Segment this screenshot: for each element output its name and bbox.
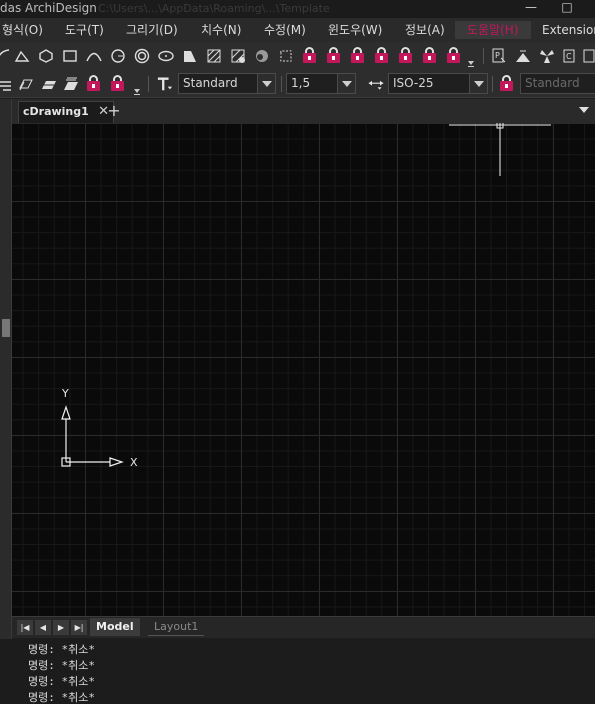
lock-icon[interactable]: [324, 46, 342, 66]
overflow-arrow-icon[interactable]: [132, 86, 142, 96]
dimension-style-icon[interactable]: [366, 75, 386, 93]
command-line: 명령: *취소*: [28, 675, 95, 688]
command-line: 명령: *취소*: [28, 659, 95, 672]
layer-previous-icon[interactable]: [17, 75, 35, 93]
gradient-tool-icon[interactable]: [229, 47, 247, 65]
text-height-select[interactable]: 1,5: [286, 73, 356, 94]
minimize-button[interactable]: —: [520, 0, 542, 16]
solid-fill-tool-icon[interactable]: [181, 47, 199, 65]
text-style-icon[interactable]: [155, 75, 175, 93]
tab-label: cDrawing1: [23, 105, 89, 118]
copy-clip-icon[interactable]: C: [562, 47, 580, 65]
menu-modify[interactable]: 수정(M): [262, 21, 308, 39]
left-dock-panel: [0, 99, 12, 639]
lock-icon[interactable]: [372, 46, 390, 66]
dimension-style-select[interactable]: ISO-25: [388, 73, 488, 94]
arc-3point-tool-icon[interactable]: [85, 47, 103, 65]
svg-text:P: P: [495, 51, 500, 60]
lock-icon[interactable]: [348, 46, 366, 66]
dimension-style-value: ISO-25: [393, 76, 434, 90]
drawing-canvas[interactable]: Y X: [12, 123, 595, 616]
lock-icon[interactable]: [300, 46, 318, 66]
prev-layout-icon[interactable]: ◀: [35, 620, 51, 635]
first-layout-icon[interactable]: |◀: [17, 620, 33, 635]
circle-tool-icon[interactable]: [109, 47, 127, 65]
ellipse-tool-icon[interactable]: [157, 47, 175, 65]
lock-icon[interactable]: [497, 74, 515, 94]
menu-bar: 형식(O) 도구(T) 그리기(D) 치수(N) 수정(M) 윈도우(W) 정보…: [0, 18, 595, 42]
crosshair-cursor: [449, 123, 551, 176]
hatch-tool-icon[interactable]: [205, 47, 223, 65]
extract-tool-icon[interactable]: [582, 47, 595, 65]
layer-states-icon[interactable]: [40, 75, 58, 93]
rectangle-tool-icon[interactable]: [61, 47, 79, 65]
region-tool-icon[interactable]: [277, 47, 295, 65]
command-history[interactable]: 명령: *취소* 명령: *취소* 명령: *취소* 명령: *취소*: [0, 639, 595, 704]
toolbar-separator: [483, 48, 484, 64]
menu-help[interactable]: 도움말(H): [455, 21, 531, 39]
ucs-icon: Y X: [61, 387, 138, 469]
lock-icon[interactable]: [108, 74, 126, 94]
layout-tab-bar: |◀ ◀ ▶ ▶| Model Layout1: [12, 616, 595, 638]
layer-stack-icon[interactable]: [0, 75, 14, 93]
svg-text:C: C: [566, 52, 572, 61]
chevron-down-icon[interactable]: [257, 74, 275, 93]
text-style-value: Standard: [183, 76, 238, 90]
toolbar-separator: [281, 76, 282, 92]
chevron-down-icon[interactable]: [337, 74, 355, 93]
toolbar-separator: [148, 76, 149, 92]
maximize-button[interactable]: □: [556, 0, 578, 16]
toolbar-separator: [492, 76, 493, 92]
fan-tool-icon[interactable]: [538, 47, 556, 65]
text-style-select[interactable]: Standard: [178, 73, 276, 94]
text-height-value: 1,5: [291, 76, 311, 90]
last-layout-icon[interactable]: ▶|: [71, 620, 87, 635]
boundary-tool-icon[interactable]: [253, 47, 271, 65]
draw-toolbar: P C: [0, 42, 595, 70]
y-axis-label: Y: [61, 387, 69, 400]
file-path: C:\Users\...\AppData\Roaming\...\Templat…: [98, 2, 330, 15]
table-style-select[interactable]: Standard: [520, 73, 595, 94]
donut-tool-icon[interactable]: [133, 47, 151, 65]
canvas-overlay: Y X: [61, 123, 551, 469]
layer-walk-icon[interactable]: [62, 75, 80, 93]
tab-model[interactable]: Model: [90, 618, 140, 636]
tab-menu-icon[interactable]: [579, 107, 589, 113]
lock-icon[interactable]: [84, 74, 102, 94]
document-tab-strip: cDrawing1 ✕ +: [12, 99, 595, 123]
print-preview-icon[interactable]: P: [490, 47, 508, 65]
menu-tools[interactable]: 도구(T): [63, 21, 106, 39]
menu-format[interactable]: 형식(O): [0, 21, 45, 39]
command-line: 명령: *취소*: [28, 643, 95, 656]
menu-extension[interactable]: Extension: [540, 21, 595, 39]
menu-window[interactable]: 윈도우(W): [326, 21, 384, 39]
add-tab-button[interactable]: +: [106, 101, 122, 121]
panel-resize-handle[interactable]: [2, 319, 10, 337]
lock-icon[interactable]: [396, 46, 414, 66]
title-bar: das ArchiDesign C:\Users\...\AppData\Roa…: [0, 0, 595, 18]
lock-icon[interactable]: [444, 46, 462, 66]
app-title: das ArchiDesign: [0, 1, 97, 15]
styles-toolbar: Standard 1,5 ISO-25 Standard: [0, 70, 595, 98]
tab-cdrawing1[interactable]: cDrawing1 ✕: [18, 101, 114, 123]
x-axis-label: X: [130, 456, 138, 469]
polygon-tool-icon[interactable]: [37, 47, 55, 65]
menu-dimension[interactable]: 치수(N): [199, 21, 243, 39]
menu-info[interactable]: 정보(A): [403, 21, 447, 39]
overflow-arrow-icon[interactable]: [466, 58, 476, 68]
next-layout-icon[interactable]: ▶: [53, 620, 69, 635]
polyline-tool-icon[interactable]: [13, 47, 31, 65]
tab-layout1[interactable]: Layout1: [148, 618, 205, 636]
lock-icon[interactable]: [420, 46, 438, 66]
command-line: 명령: *취소*: [28, 691, 95, 704]
table-style-value: Standard: [525, 76, 580, 90]
layer-tool-icon[interactable]: [514, 47, 532, 65]
menu-draw[interactable]: 그리기(D): [124, 21, 180, 39]
chevron-down-icon[interactable]: [469, 74, 487, 93]
arc-tool-icon[interactable]: [0, 47, 12, 65]
